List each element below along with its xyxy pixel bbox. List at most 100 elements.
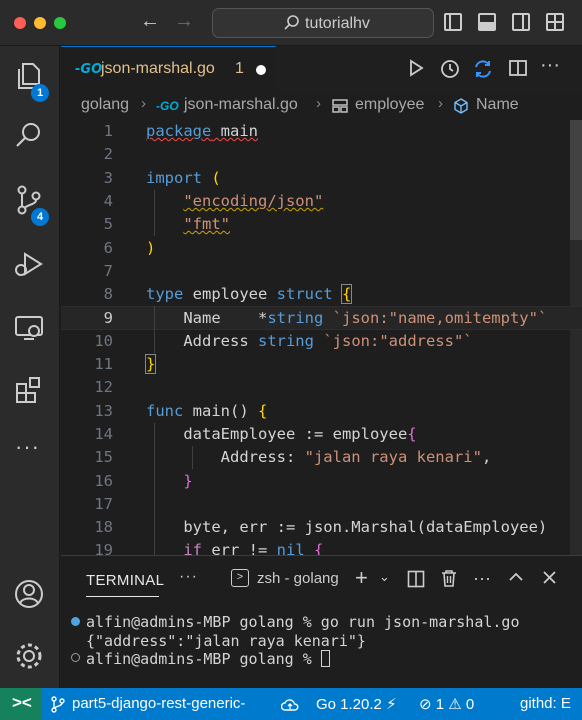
toggle-secondary-sidebar-icon[interactable]: [512, 13, 530, 31]
command-pending-dot[interactable]: [71, 653, 80, 662]
remote-explorer-button[interactable]: [0, 306, 60, 350]
terminal-name: zsh - golang: [257, 570, 339, 587]
code-token: employee: [183, 285, 277, 304]
unsaved-dot-icon[interactable]: [256, 65, 266, 75]
line-number: 13: [94, 401, 113, 420]
explorer-button[interactable]: 1: [0, 54, 60, 102]
go-version[interactable]: Go 1.20.2 ⚡︎: [316, 695, 397, 713]
sync-icon[interactable]: [472, 58, 494, 80]
timeline-history-icon[interactable]: [439, 58, 461, 80]
more-actions-icon[interactable]: ···: [540, 54, 560, 77]
code-line[interactable]: 3 import (: [61, 167, 582, 190]
cloud-upload-icon[interactable]: [281, 698, 299, 712]
manage-button[interactable]: [0, 634, 60, 678]
code-line[interactable]: 2: [61, 143, 582, 166]
code-line[interactable]: 18 byte, err := json.Marshal(dataEmploye…: [61, 516, 582, 539]
maximize-window-button[interactable]: [54, 17, 66, 29]
close-panel-icon[interactable]: [543, 571, 556, 584]
search-view-button[interactable]: [0, 114, 60, 158]
gear-icon: [16, 643, 42, 669]
activity-bar: 1 4 ···: [0, 46, 60, 688]
code-line[interactable]: 5 "fmt": [61, 213, 582, 236]
code-line[interactable]: 14 dataEmployee := employee{: [61, 423, 582, 446]
breadcrumb-folder[interactable]: golang: [81, 96, 129, 114]
split-terminal-icon[interactable]: [407, 570, 425, 588]
code-line[interactable]: 7: [61, 260, 582, 283]
maximize-panel-chevron-up-icon[interactable]: [509, 572, 523, 582]
code-line[interactable]: 4 "encoding/json": [61, 190, 582, 213]
panel-ellipsis-icon[interactable]: ···: [473, 568, 491, 589]
run-debug-button[interactable]: [0, 242, 60, 286]
go-version-label: Go 1.20.2: [316, 696, 382, 713]
code-text: ): [146, 237, 155, 260]
code-line[interactable]: 12: [61, 376, 582, 399]
minimize-window-button[interactable]: [34, 17, 46, 29]
panel-more-icon[interactable]: ···: [179, 568, 198, 586]
breadcrumb-struct[interactable]: employee: [355, 96, 424, 114]
terminal-output: {"address":"jalan raya kenari"}: [86, 632, 366, 650]
title-bar: ← → tutorialhv: [0, 0, 582, 46]
terminal-select[interactable]: > zsh - golang: [231, 567, 343, 593]
code-token: {: [340, 284, 353, 305]
extensions-button[interactable]: [0, 368, 60, 412]
code-token: string: [257, 331, 314, 350]
indent-guide: [192, 446, 193, 470]
code-line[interactable]: 19 if err != nil {: [61, 539, 582, 555]
more-views-button[interactable]: ···: [0, 430, 60, 474]
status-bar: >< part5-django-rest-generic- Go 1.20.2 …: [0, 688, 582, 720]
accounts-button[interactable]: [0, 572, 60, 616]
code-line[interactable]: 8 type employee struct {: [61, 283, 582, 306]
toggle-panel-icon[interactable]: [478, 13, 496, 31]
code-line[interactable]: 1 package main: [61, 120, 582, 143]
code-line[interactable]: 16 }: [61, 470, 582, 493]
code-token: "encoding/json": [183, 191, 324, 210]
code-line[interactable]: 13 func main() {: [61, 400, 582, 423]
code-text: Address: "jalan raya kenari",: [146, 446, 492, 469]
breadcrumb-field[interactable]: Name: [476, 96, 519, 114]
tab-terminal[interactable]: TERMINAL: [86, 572, 164, 589]
customize-layout-icon[interactable]: [546, 13, 564, 31]
command-success-dot[interactable]: [71, 617, 80, 626]
code-editor[interactable]: 1 package main 2 3 import (4 "encoding/json"…: [61, 120, 582, 555]
error-count: 1: [435, 696, 445, 713]
terminal-prompt-text: alfin@admins-MBP golang %: [86, 650, 321, 668]
command-center-search[interactable]: tutorialhv: [212, 8, 434, 38]
run-icon[interactable]: [406, 58, 426, 78]
split-editor-icon[interactable]: [508, 58, 528, 78]
problems-status[interactable]: ⊘ 1 ⚠︎ 0: [419, 695, 474, 713]
chevron-down-icon[interactable]: ⌄: [379, 569, 390, 585]
trash-icon[interactable]: [440, 569, 458, 588]
source-control-button[interactable]: 4: [0, 178, 60, 226]
code-text: if err != nil {: [146, 539, 323, 555]
close-window-button[interactable]: [14, 17, 26, 29]
line-number: 9: [103, 309, 113, 328]
code-line[interactable]: 15 Address: "jalan raya kenari",: [61, 446, 582, 469]
code-token: main(): [183, 401, 258, 420]
line-number: 15: [94, 448, 113, 467]
code-token: func: [146, 401, 184, 420]
code-line[interactable]: 10 Address string `json:"address"`: [61, 330, 582, 353]
githd-status[interactable]: githd: E: [520, 695, 571, 712]
code-line[interactable]: 6): [61, 237, 582, 260]
line-number: 16: [94, 471, 113, 490]
line-number: 18: [94, 518, 113, 537]
add-terminal-icon[interactable]: +: [355, 565, 368, 591]
code-line[interactable]: 9 Name *string `json:"name,omitempty"`: [61, 306, 582, 330]
code-line[interactable]: 17: [61, 493, 582, 516]
editor-tab-bar: -GO json-marshal.go 1 ···: [61, 46, 582, 92]
chevron-right-icon: ›: [316, 95, 321, 112]
git-branch[interactable]: part5-django-rest-generic-: [72, 695, 245, 712]
terminal-prompt[interactable]: alfin@admins-MBP golang %: [86, 649, 330, 669]
tab-json-marshal[interactable]: -GO json-marshal.go 1: [61, 46, 276, 92]
warning-count: 0: [465, 696, 475, 713]
back-arrow-icon[interactable]: ←: [140, 10, 160, 33]
code-line[interactable]: 11}: [61, 353, 582, 376]
code-token: nil: [276, 541, 305, 555]
remote-indicator[interactable]: ><: [0, 688, 42, 720]
breadcrumb-file[interactable]: json-marshal.go: [184, 96, 298, 114]
forward-arrow-icon[interactable]: →: [174, 10, 194, 33]
toggle-primary-sidebar-icon[interactable]: [444, 13, 462, 31]
